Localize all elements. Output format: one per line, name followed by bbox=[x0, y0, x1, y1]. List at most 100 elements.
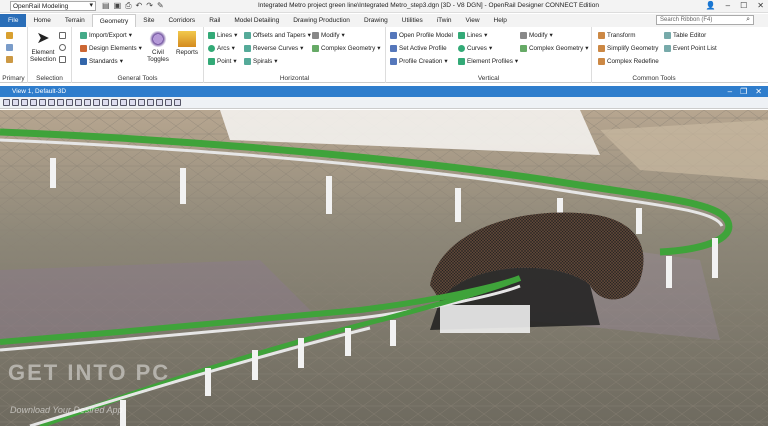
offsets-tapers-button[interactable]: Offsets and Tapers ▾ bbox=[244, 32, 311, 39]
tab-view[interactable]: View bbox=[459, 14, 487, 27]
tab-itwin[interactable]: iTwin bbox=[430, 14, 459, 27]
settings-icon[interactable] bbox=[174, 99, 181, 106]
profile-creation-label: Profile Creation bbox=[399, 58, 443, 65]
tab-geometry[interactable]: Geometry bbox=[91, 14, 137, 27]
group-primary: Primary bbox=[0, 27, 28, 83]
search-ribbon-input[interactable]: Search Ribbon (F4) ⌕ bbox=[656, 15, 754, 25]
civil-toggles-button[interactable]: Civil Toggles bbox=[145, 31, 171, 63]
reports-button[interactable]: Reports bbox=[174, 31, 200, 56]
camera-icon[interactable] bbox=[147, 99, 154, 106]
print-icon[interactable]: ⎙ bbox=[125, 1, 131, 11]
walk-icon[interactable] bbox=[102, 99, 109, 106]
v-complex-geometry-icon bbox=[520, 45, 527, 52]
element-profiles-label: Element Profiles bbox=[467, 58, 513, 65]
import-export-button[interactable]: Import/Export ▾ bbox=[80, 32, 132, 39]
view-close-button[interactable]: ✕ bbox=[755, 86, 762, 97]
zoom-in-icon[interactable] bbox=[48, 99, 55, 106]
h-arcs-button[interactable]: Arcs ▾ bbox=[208, 45, 235, 52]
fit-view-icon[interactable] bbox=[75, 99, 82, 106]
close-button[interactable]: ✕ bbox=[757, 1, 764, 10]
view-previous-icon[interactable] bbox=[111, 99, 118, 106]
simplify-geometry-button[interactable]: Simplify Geometry bbox=[598, 45, 658, 52]
h-lines-button[interactable]: Lines ▾ bbox=[208, 32, 237, 39]
zoom-out-icon[interactable] bbox=[57, 99, 64, 106]
select-circle-icon[interactable] bbox=[59, 44, 66, 51]
element-profiles-button[interactable]: Element Profiles ▾ bbox=[458, 58, 518, 65]
tab-home[interactable]: Home bbox=[26, 14, 57, 27]
user-icon[interactable]: 👤 bbox=[706, 1, 716, 10]
tab-site[interactable]: Site bbox=[136, 14, 161, 27]
brush-icon[interactable] bbox=[6, 44, 13, 51]
standards-button[interactable]: Standards ▾ bbox=[80, 58, 123, 65]
cube-view-icon[interactable] bbox=[30, 99, 37, 106]
tab-rail[interactable]: Rail bbox=[202, 14, 227, 27]
minimize-button[interactable]: – bbox=[726, 1, 730, 10]
search-icon[interactable]: ⌕ bbox=[746, 15, 750, 24]
lights-icon[interactable] bbox=[21, 99, 28, 106]
tab-model-detailing[interactable]: Model Detailing bbox=[227, 14, 286, 27]
v-lines-button[interactable]: Lines ▾ bbox=[458, 32, 487, 39]
tab-terrain[interactable]: Terrain bbox=[58, 14, 92, 27]
tab-corridors[interactable]: Corridors bbox=[161, 14, 202, 27]
attributes-icon[interactable] bbox=[6, 32, 13, 39]
view-attributes-icon[interactable] bbox=[3, 99, 10, 106]
complex-redefine-button[interactable]: Complex Redefine bbox=[598, 58, 659, 65]
tab-file[interactable]: File bbox=[0, 14, 27, 27]
v-modify-button[interactable]: Modify ▾ bbox=[520, 32, 553, 39]
saved-views-icon[interactable] bbox=[156, 99, 163, 106]
tab-drawing[interactable]: Drawing bbox=[357, 14, 395, 27]
display-style-icon[interactable] bbox=[12, 99, 19, 106]
save-icon[interactable]: ▣ bbox=[114, 1, 122, 11]
ribbon-tabs: File Home Terrain Geometry Site Corridor… bbox=[0, 14, 768, 27]
undo-icon[interactable]: ↶ bbox=[136, 1, 143, 11]
group-label-selection: Selection bbox=[36, 75, 63, 82]
h-arcs-label: Arcs bbox=[217, 45, 230, 52]
h-point-button[interactable]: Point ▾ bbox=[208, 58, 237, 65]
redo-icon[interactable]: ↷ bbox=[146, 1, 153, 11]
tab-utilities[interactable]: Utilities bbox=[395, 14, 430, 27]
pin-icon[interactable]: ✎ bbox=[157, 1, 164, 11]
h-complex-geometry-button[interactable]: Complex Geometry ▾ bbox=[312, 45, 380, 52]
open-profile-model-button[interactable]: Open Profile Model bbox=[390, 32, 453, 39]
table-editor-button[interactable]: Table Editor bbox=[664, 32, 706, 39]
simplify-icon bbox=[598, 45, 605, 52]
civil-toggles-icon bbox=[149, 31, 167, 47]
toggle-3d-icon[interactable] bbox=[129, 99, 136, 106]
set-active-profile-button[interactable]: Set Active Profile bbox=[390, 45, 447, 52]
profile-creation-button[interactable]: Profile Creation ▾ bbox=[390, 58, 448, 65]
open-icon[interactable]: ▤ bbox=[102, 1, 110, 11]
event-point-list-button[interactable]: Event Point List bbox=[664, 45, 717, 52]
group-label-horizontal: Horizontal bbox=[279, 75, 310, 82]
v-modify-icon bbox=[520, 32, 527, 39]
h-lines-label: Lines bbox=[217, 32, 233, 39]
workspace-dropdown[interactable]: OpenRail Modeling bbox=[10, 1, 96, 11]
select-box-icon[interactable] bbox=[59, 56, 66, 63]
view-next-icon[interactable] bbox=[120, 99, 127, 106]
render-icon[interactable] bbox=[165, 99, 172, 106]
h-complex-geometry-label: Complex Geometry bbox=[321, 45, 376, 52]
lock-icon[interactable] bbox=[6, 56, 13, 63]
design-elements-button[interactable]: Design Elements ▾ bbox=[80, 45, 142, 52]
tab-help[interactable]: Help bbox=[487, 14, 514, 27]
reverse-curves-button[interactable]: Reverse Curves ▾ bbox=[244, 45, 303, 52]
group-label-primary: Primary bbox=[2, 75, 25, 82]
window-area-icon[interactable] bbox=[66, 99, 73, 106]
select-all-icon[interactable] bbox=[59, 32, 66, 39]
h-modify-button[interactable]: Modify ▾ bbox=[312, 32, 345, 39]
maximize-button[interactable]: ☐ bbox=[740, 1, 747, 10]
quick-access-toolbar: ▤ ▣ ⎙ ↶ ↷ ✎ bbox=[102, 1, 164, 11]
rotate-view-icon[interactable] bbox=[84, 99, 91, 106]
pan-view-icon[interactable] bbox=[93, 99, 100, 106]
spirals-button[interactable]: Spirals ▾ bbox=[244, 58, 277, 65]
v-complex-geometry-button[interactable]: Complex Geometry ▾ bbox=[520, 45, 588, 52]
update-view-icon[interactable] bbox=[39, 99, 46, 106]
v-curves-button[interactable]: Curves ▾ bbox=[458, 45, 492, 52]
element-selection-button[interactable]: ➤ Element Selection bbox=[30, 31, 56, 64]
tab-drawing-production[interactable]: Drawing Production bbox=[286, 14, 357, 27]
view-minimize-button[interactable]: – bbox=[728, 86, 732, 97]
clip-volume-icon[interactable] bbox=[138, 99, 145, 106]
profile-creation-icon bbox=[390, 58, 397, 65]
transform-button[interactable]: Transform bbox=[598, 32, 635, 39]
3d-viewport[interactable]: GET INTO PC Download Your Desired App bbox=[0, 110, 768, 426]
view-restore-button[interactable]: ❐ bbox=[740, 86, 747, 97]
